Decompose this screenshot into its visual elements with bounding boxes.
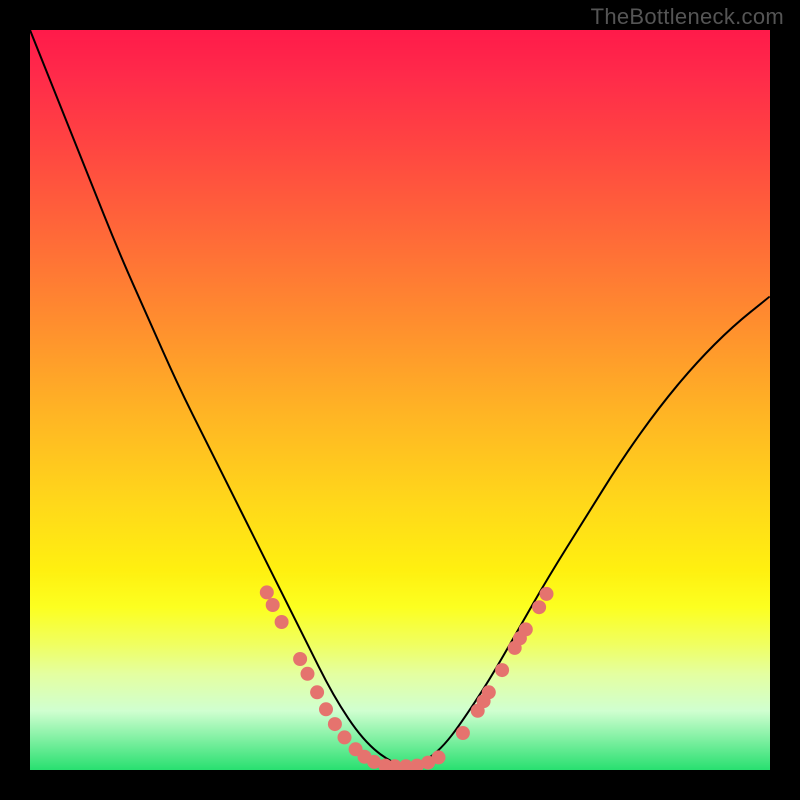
marker-dot bbox=[432, 750, 446, 764]
marker-dot bbox=[319, 702, 333, 716]
marker-dot bbox=[310, 685, 324, 699]
bottleneck-curve-line bbox=[30, 30, 770, 766]
marker-cluster-right bbox=[456, 587, 554, 740]
marker-dot bbox=[519, 622, 533, 636]
marker-dot bbox=[260, 585, 274, 599]
marker-dot bbox=[266, 598, 280, 612]
marker-dot bbox=[495, 663, 509, 677]
marker-cluster-left bbox=[260, 585, 446, 770]
marker-dot bbox=[328, 717, 342, 731]
watermark-text: TheBottleneck.com bbox=[591, 4, 784, 30]
marker-dot bbox=[540, 587, 554, 601]
chart-stage: TheBottleneck.com bbox=[0, 0, 800, 800]
marker-dot bbox=[338, 730, 352, 744]
plot-area bbox=[30, 30, 770, 770]
curve-svg bbox=[30, 30, 770, 770]
marker-dot bbox=[456, 726, 470, 740]
marker-dot bbox=[482, 685, 496, 699]
marker-dot bbox=[275, 615, 289, 629]
marker-dot bbox=[532, 600, 546, 614]
marker-dot bbox=[293, 652, 307, 666]
marker-dot bbox=[301, 667, 315, 681]
